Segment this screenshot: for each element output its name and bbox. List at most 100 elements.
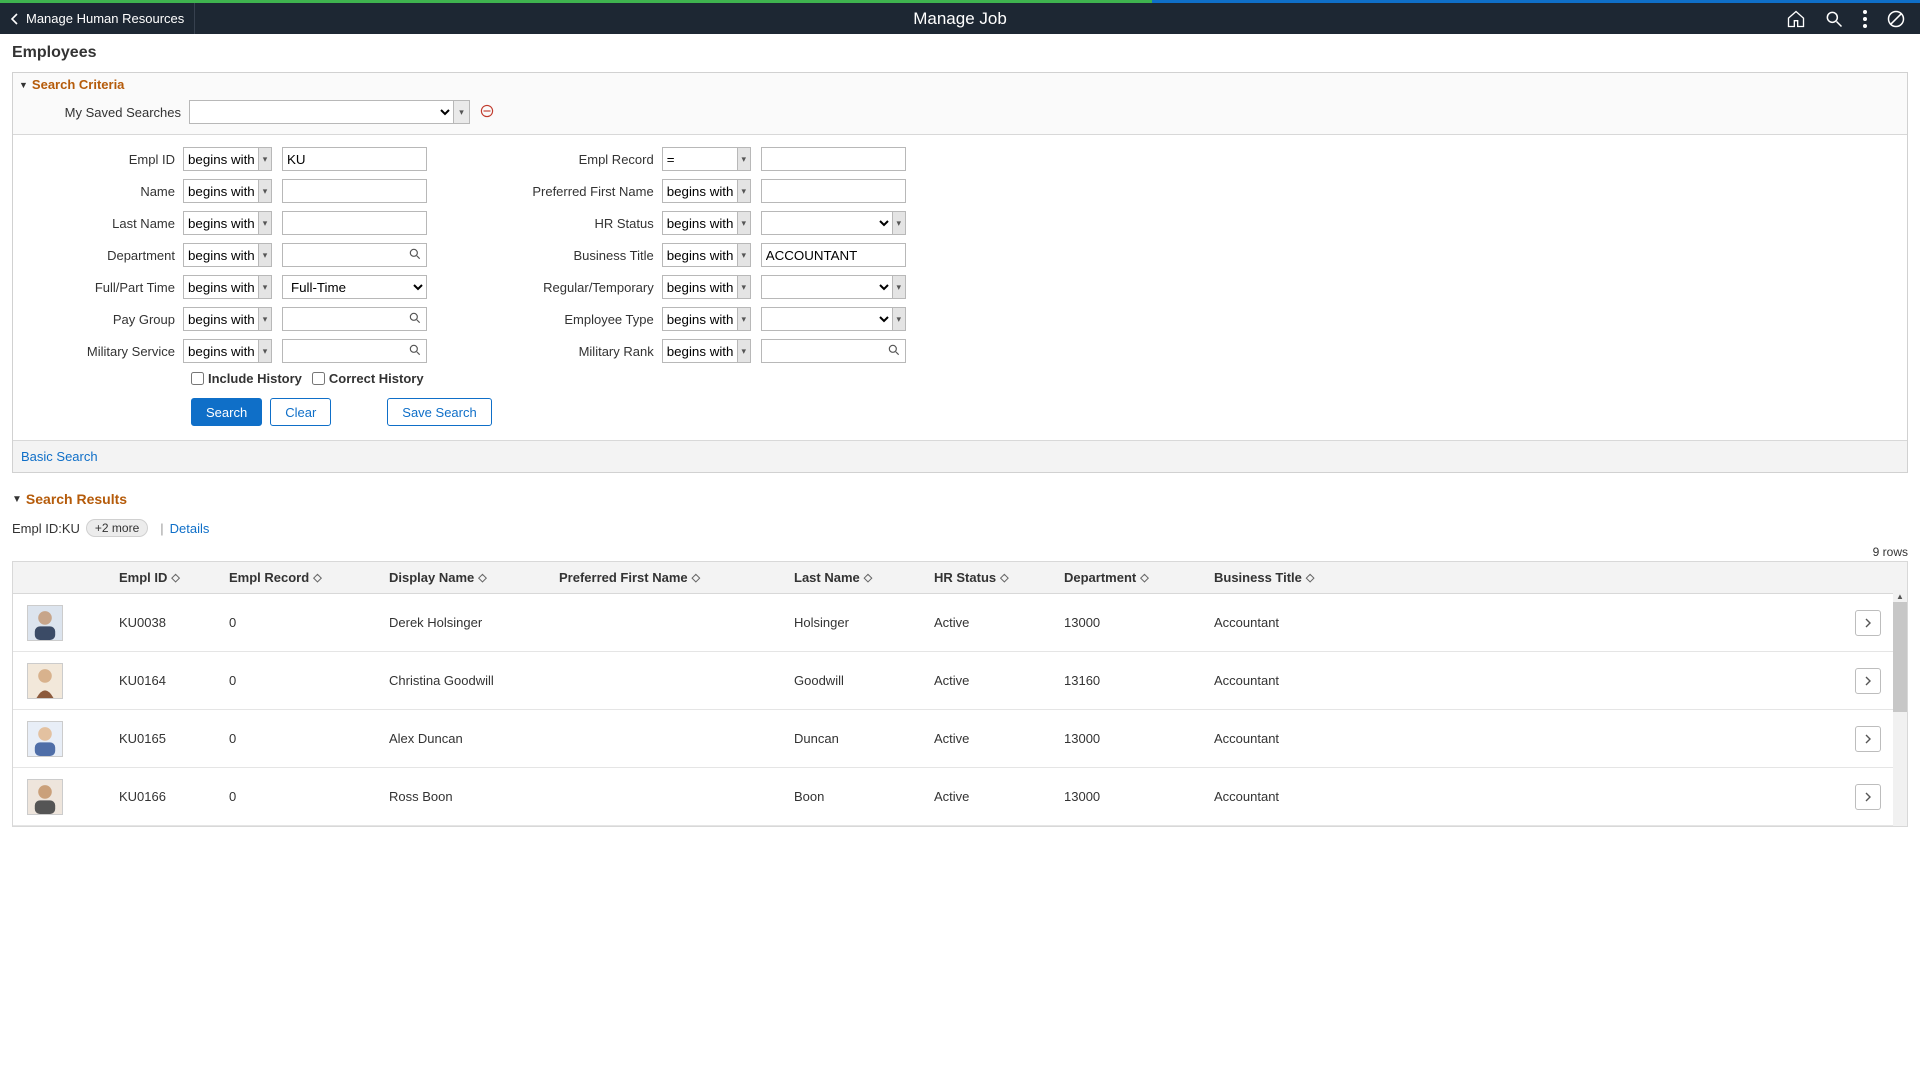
row-chevron-button[interactable] — [1855, 668, 1881, 694]
chevron-down-icon[interactable]: ▾ — [258, 211, 272, 235]
last-name-label: Last Name — [13, 216, 183, 231]
col-empl-id[interactable]: Empl ID◇ — [113, 570, 223, 585]
military-rank-input[interactable] — [761, 339, 906, 363]
search-results-header[interactable]: ▼ Search Results — [12, 491, 1908, 507]
chevron-down-icon[interactable]: ▾ — [892, 211, 906, 235]
chevron-down-icon[interactable]: ▾ — [258, 179, 272, 203]
chevron-down-icon[interactable]: ▾ — [737, 179, 751, 203]
table-row[interactable]: KU0165 0 Alex Duncan Duncan Active 13000… — [13, 710, 1907, 768]
name-input[interactable] — [282, 179, 427, 203]
fullpart-select[interactable]: Full-Time — [282, 275, 427, 299]
lookup-icon[interactable] — [887, 343, 901, 360]
chevron-down-icon[interactable]: ▾ — [737, 275, 751, 299]
scrollbar-thumb[interactable] — [1893, 602, 1907, 712]
cell-department: 13160 — [1058, 673, 1208, 688]
cell-department: 13000 — [1058, 615, 1208, 630]
business-title-operator[interactable] — [662, 243, 737, 267]
paygroup-operator[interactable] — [183, 307, 258, 331]
col-display-name[interactable]: Display Name◇ — [383, 570, 553, 585]
search-icon[interactable] — [1824, 9, 1844, 29]
top-header: Manage Human Resources Manage Job — [0, 3, 1920, 34]
remove-saved-search-icon[interactable] — [480, 104, 494, 121]
emptype-operator[interactable] — [662, 307, 737, 331]
military-service-input[interactable] — [282, 339, 427, 363]
scroll-up-icon[interactable]: ▲ — [1893, 590, 1907, 602]
basic-search-link[interactable]: Basic Search — [21, 449, 98, 464]
paygroup-input[interactable] — [282, 307, 427, 331]
col-last-name[interactable]: Last Name◇ — [788, 570, 928, 585]
table-row[interactable]: KU0164 0 Christina Goodwill Goodwill Act… — [13, 652, 1907, 710]
military-service-operator[interactable] — [183, 339, 258, 363]
empl-record-input[interactable] — [761, 147, 906, 171]
chevron-down-icon[interactable]: ▾ — [258, 339, 272, 363]
hr-status-operator[interactable] — [662, 211, 737, 235]
sort-icon: ◇ — [864, 571, 872, 584]
pref-first-input[interactable] — [761, 179, 906, 203]
chevron-down-icon[interactable]: ▾ — [737, 307, 751, 331]
kebab-menu-icon[interactable] — [1862, 9, 1868, 29]
empl-record-operator[interactable] — [662, 147, 737, 171]
table-row[interactable]: KU0166 0 Ross Boon Boon Active 13000 Acc… — [13, 768, 1907, 826]
chevron-down-icon: ▾ — [459, 107, 464, 118]
row-chevron-button[interactable] — [1855, 726, 1881, 752]
col-pref-first[interactable]: Preferred First Name◇ — [553, 570, 788, 585]
chevron-down-icon[interactable]: ▾ — [258, 275, 272, 299]
criteria-col-right: Empl Record ▾ Preferred First Name ▾ HR … — [492, 147, 906, 426]
row-chevron-button[interactable] — [1855, 610, 1881, 636]
regtemp-operator[interactable] — [662, 275, 737, 299]
correct-history-checkbox[interactable]: Correct History — [312, 371, 424, 386]
fullpart-operator[interactable] — [183, 275, 258, 299]
back-nav[interactable]: Manage Human Resources — [0, 3, 195, 34]
department-operator[interactable] — [183, 243, 258, 267]
chevron-down-icon[interactable]: ▾ — [892, 307, 906, 331]
col-business-title[interactable]: Business Title◇ — [1208, 570, 1388, 585]
home-icon[interactable] — [1786, 9, 1806, 29]
military-rank-operator[interactable] — [662, 339, 737, 363]
col-hr-status[interactable]: HR Status◇ — [928, 570, 1058, 585]
regtemp-select[interactable] — [761, 275, 892, 299]
avatar — [27, 721, 63, 757]
business-title-input[interactable] — [761, 243, 906, 267]
department-label: Department — [13, 248, 183, 263]
chevron-down-icon[interactable]: ▾ — [258, 147, 272, 171]
name-operator[interactable] — [183, 179, 258, 203]
filter-chip-more[interactable]: +2 more — [86, 519, 148, 537]
last-name-operator[interactable] — [183, 211, 258, 235]
pref-first-operator[interactable] — [662, 179, 737, 203]
hr-status-select[interactable] — [761, 211, 892, 235]
lookup-icon[interactable] — [408, 311, 422, 328]
chevron-down-icon[interactable]: ▾ — [737, 243, 751, 267]
saved-searches-select[interactable] — [189, 100, 454, 124]
vertical-scrollbar[interactable]: ▲ — [1893, 590, 1907, 826]
chevron-down-icon[interactable]: ▾ — [737, 339, 751, 363]
emptype-select[interactable] — [761, 307, 892, 331]
save-search-button[interactable]: Save Search — [387, 398, 491, 426]
saved-searches-dropdown-btn[interactable]: ▾ — [454, 100, 470, 124]
cell-empl-id: KU0038 — [113, 615, 223, 630]
empl-id-input[interactable] — [282, 147, 427, 171]
empl-id-operator[interactable] — [183, 147, 258, 171]
lookup-icon[interactable] — [408, 247, 422, 264]
col-empl-record[interactable]: Empl Record◇ — [223, 570, 383, 585]
include-history-checkbox[interactable]: Include History — [191, 371, 302, 386]
cell-last-name: Goodwill — [788, 673, 928, 688]
row-chevron-button[interactable] — [1855, 784, 1881, 810]
chevron-down-icon[interactable]: ▾ — [258, 307, 272, 331]
department-input[interactable] — [282, 243, 427, 267]
details-link[interactable]: Details — [170, 521, 210, 536]
chevron-down-icon[interactable]: ▾ — [258, 243, 272, 267]
search-button[interactable]: Search — [191, 398, 262, 426]
chevron-down-icon[interactable]: ▾ — [892, 275, 906, 299]
table-row[interactable]: KU0038 0 Derek Holsinger Holsinger Activ… — [13, 594, 1907, 652]
chevron-down-icon[interactable]: ▾ — [737, 211, 751, 235]
col-department[interactable]: Department◇ — [1058, 570, 1208, 585]
empl-record-label: Empl Record — [492, 152, 662, 167]
search-criteria-header[interactable]: ▼ Search Criteria — [13, 73, 1907, 96]
grid-header: Empl ID◇ Empl Record◇ Display Name◇ Pref… — [13, 562, 1907, 594]
page-header-title: Manage Job — [913, 9, 1007, 29]
clear-button[interactable]: Clear — [270, 398, 331, 426]
lookup-icon[interactable] — [408, 343, 422, 360]
last-name-input[interactable] — [282, 211, 427, 235]
chevron-down-icon[interactable]: ▾ — [737, 147, 751, 171]
disable-icon[interactable] — [1886, 9, 1906, 29]
